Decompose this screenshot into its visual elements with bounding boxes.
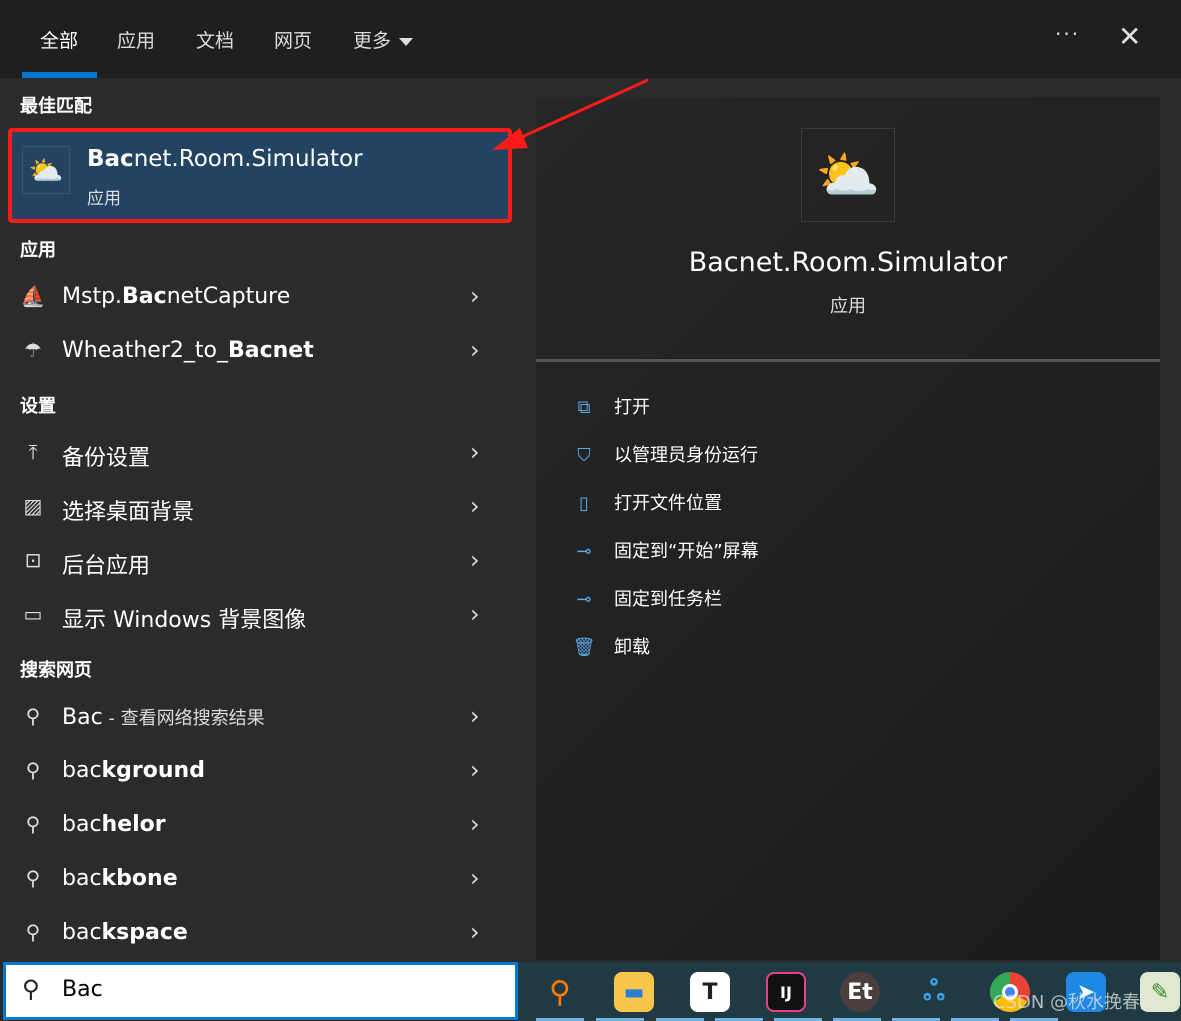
annotation-arrow [492, 78, 649, 150]
arrow-head [492, 128, 528, 150]
arrow-shaft [514, 78, 649, 142]
